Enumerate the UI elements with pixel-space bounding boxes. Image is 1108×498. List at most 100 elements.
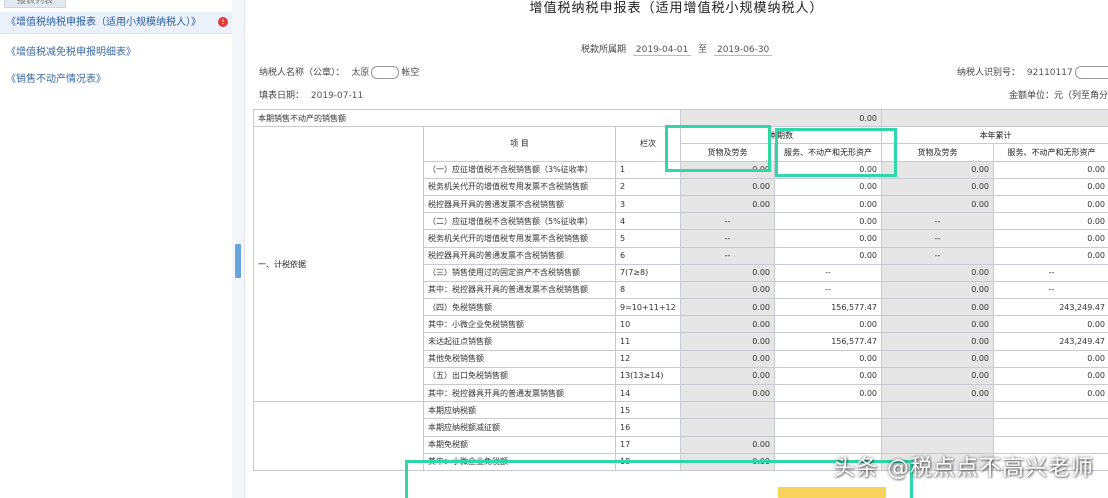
splitter-handle[interactable]	[235, 244, 241, 278]
cell-goods-year[interactable]: --	[881, 246, 995, 265]
report-list-sidebar: 报表列表 《增值税纳税申报表（适用小规模纳税人）》 ! 《增值税减免税申报明细表…	[0, 0, 233, 498]
row-column-no: 4	[614, 212, 682, 231]
watermark-text: 头条 @税点点不高兴老师	[833, 456, 1094, 481]
row-item-name: 税控器具开具的普通发票不含税销售额	[423, 246, 616, 265]
cell-services-current[interactable]: 0.00	[774, 160, 883, 179]
cell-goods-year[interactable]: 0.00	[881, 280, 995, 300]
realestate-value[interactable]: 0.00	[680, 108, 883, 128]
cell-goods-current[interactable]: 0.00	[680, 452, 776, 471]
cell-services-year[interactable]: 0.00	[993, 194, 1108, 214]
section-label-2	[253, 401, 424, 471]
cell-goods-current[interactable]: --	[680, 246, 776, 265]
cell-goods-current[interactable]: 0.00	[680, 160, 776, 179]
cell-goods-year[interactable]: 0.00	[881, 263, 995, 282]
cell-goods-current[interactable]: 0.00	[680, 435, 776, 454]
cell-services-year[interactable]	[993, 418, 1108, 437]
cell-services-current[interactable]	[774, 418, 883, 437]
row-item-name: 其中：小微企业免税额	[423, 452, 616, 471]
cell-services-current[interactable]: 0.00	[774, 194, 883, 214]
cell-services-current[interactable]: 0.00	[774, 383, 883, 403]
sidebar-item-vat-return[interactable]: 《增值税纳税申报表（适用小规模纳税人）》 !	[0, 12, 232, 34]
row-item-name: （二）应征增值税不含税销售额（5%征收率）	[423, 212, 616, 231]
row-item-name: （一）应征增值税不含税销售额（3%征收率）	[423, 160, 616, 179]
cell-services-year[interactable]: --	[993, 280, 1108, 300]
cell-services-current[interactable]	[774, 401, 883, 420]
cell-goods-current[interactable]: 0.00	[680, 349, 776, 368]
row-column-no: 12	[614, 349, 682, 368]
sidebar-item-realestate-sales[interactable]: 《销售不动产情况表》	[0, 69, 232, 91]
row-column-no: 16	[614, 418, 682, 437]
cell-services-year[interactable]	[993, 401, 1108, 420]
cell-services-year[interactable]: 0.00	[993, 160, 1108, 179]
cell-goods-current[interactable]: 0.00	[680, 177, 776, 196]
cell-goods-year[interactable]: --	[881, 229, 995, 248]
cell-services-year[interactable]: 243,249.47	[993, 332, 1108, 351]
row-item-name: （四）免税销售额	[423, 298, 616, 317]
cell-services-current[interactable]: 156,577.47	[774, 332, 883, 351]
table-row: 本期应纳税额 15	[253, 401, 1108, 471]
cell-goods-year[interactable]: 0.00	[881, 366, 995, 386]
tax-period: 税款所属期 2019-04-01 至 2019-06-30	[581, 42, 773, 56]
cell-goods-year[interactable]: 0.00	[881, 177, 995, 196]
cell-goods-year[interactable]: 0.00	[881, 349, 995, 368]
row-column-no: 5	[614, 229, 682, 248]
row-column-no: 18	[614, 452, 682, 471]
header-goods-year: 货物及劳务	[881, 143, 995, 162]
row-item-name: 其他免税销售额	[423, 349, 616, 368]
cell-services-current[interactable]: --	[774, 263, 883, 282]
cell-goods-year[interactable]: --	[881, 212, 995, 231]
cell-services-year[interactable]: 0.00	[993, 383, 1108, 403]
cell-services-current[interactable]: 0.00	[774, 246, 883, 265]
cell-goods-year[interactable]	[881, 418, 995, 437]
cell-services-year[interactable]: 0.00	[993, 366, 1108, 386]
cell-goods-year[interactable]: 0.00	[881, 332, 995, 351]
sidebar-tab[interactable]: 报表列表	[4, 0, 66, 8]
cell-goods-current[interactable]: --	[680, 212, 776, 231]
cell-goods-year[interactable]: 0.00	[881, 315, 995, 334]
period-end: 2019-06-30	[713, 45, 773, 56]
cell-services-current[interactable]: 0.00	[774, 366, 883, 386]
row-item-name: 未达起征点销售额	[423, 332, 616, 351]
row-item-name: 税务机关代开的增值税专用发票不含税销售额	[423, 229, 616, 248]
cell-goods-current[interactable]: 0.00	[680, 332, 776, 351]
cell-goods-current[interactable]: 0.00	[680, 263, 776, 282]
sidebar-item-label: 《增值税减免税申报明细表》	[6, 47, 136, 58]
cell-goods-current[interactable]: 0.00	[680, 298, 776, 317]
cell-goods-year[interactable]: 0.00	[881, 160, 995, 179]
cell-services-current[interactable]: 0.00	[774, 315, 883, 334]
cell-goods-current[interactable]: 0.00	[680, 383, 776, 403]
cell-goods-current[interactable]: --	[680, 229, 776, 248]
cell-services-year[interactable]: 0.00	[993, 177, 1108, 196]
row-item-name: （五）出口免税销售额	[423, 366, 616, 386]
cell-services-year[interactable]: 0.00	[993, 212, 1108, 231]
cell-services-current[interactable]: --	[774, 280, 883, 300]
cell-services-year[interactable]: 0.00	[993, 246, 1108, 265]
cell-goods-current[interactable]: 0.00	[680, 194, 776, 214]
row-column-no: 17	[614, 435, 682, 454]
row-column-no: 15	[614, 401, 682, 420]
cell-services-year[interactable]: 243,249.47	[993, 298, 1108, 317]
row-column-no: 8	[614, 280, 682, 300]
cell-services-year[interactable]: 0.00	[993, 229, 1108, 248]
cell-services-year[interactable]: 0.00	[993, 315, 1108, 334]
row-column-no: 13(13≥14)	[614, 366, 682, 386]
cell-services-year[interactable]: --	[993, 263, 1108, 282]
cell-goods-year[interactable]	[881, 401, 995, 420]
cell-services-current[interactable]: 0.00	[774, 177, 883, 196]
row-item-name: 税控器具开具的普通发票不含税销售额	[423, 194, 616, 214]
cell-services-current[interactable]: 0.00	[774, 212, 883, 231]
cell-services-year[interactable]: 0.00	[993, 349, 1108, 368]
cell-goods-current[interactable]: 0.00	[680, 280, 776, 300]
row-item-name: 本期应纳税额	[423, 401, 616, 420]
cell-goods-year[interactable]: 0.00	[881, 383, 995, 403]
cell-goods-year[interactable]: 0.00	[881, 298, 995, 317]
cell-goods-current[interactable]	[680, 418, 776, 437]
cell-goods-current[interactable]: 0.00	[680, 315, 776, 334]
cell-services-current[interactable]: 0.00	[774, 349, 883, 368]
sidebar-item-tax-relief[interactable]: 《增值税减免税申报明细表》	[0, 42, 232, 64]
cell-goods-current[interactable]: 0.00	[680, 366, 776, 386]
cell-goods-year[interactable]: 0.00	[881, 194, 995, 214]
cell-goods-current[interactable]	[680, 401, 776, 420]
cell-services-current[interactable]: 156,577.47	[774, 298, 883, 317]
cell-services-current[interactable]: 0.00	[774, 229, 883, 248]
